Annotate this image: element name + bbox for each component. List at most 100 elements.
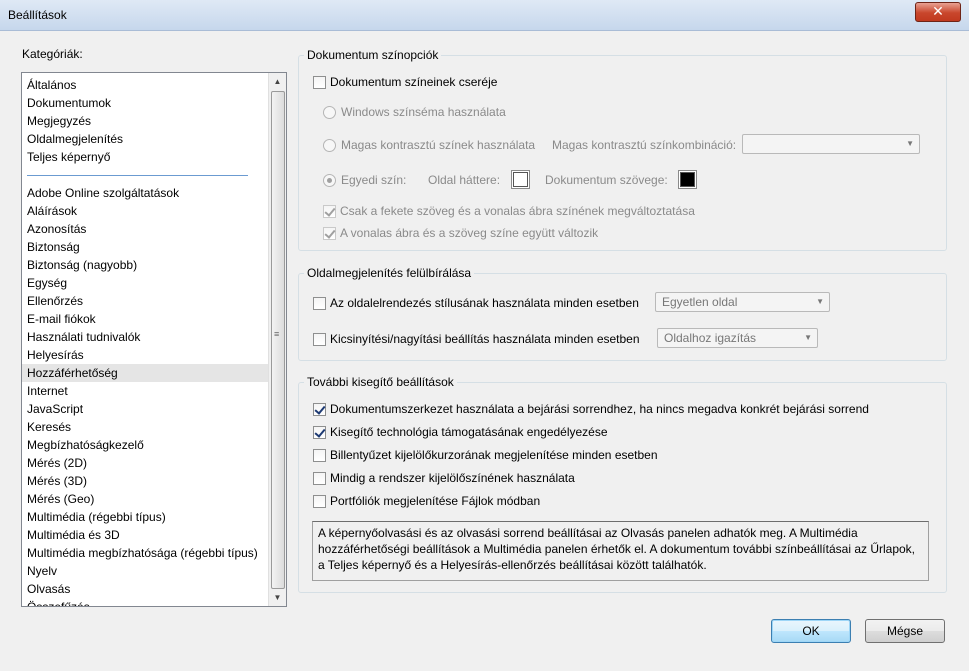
assistive-checkbox[interactable]: [313, 425, 326, 439]
assistive-option-label: Kisegítő technológia támogatásának enged…: [330, 425, 608, 439]
scroll-up-arrow-icon[interactable]: ▲: [269, 73, 286, 90]
assistive-option[interactable]: Dokumentumszerkezet használata a bejárás…: [313, 402, 869, 416]
cancel-button[interactable]: Mégse: [865, 619, 945, 643]
categories-list[interactable]: Általános Dokumentumok Megjegyzés Oldalmegj…: [21, 72, 287, 607]
category-item[interactable]: Aláírások: [22, 202, 268, 220]
zoom-checkbox[interactable]: [313, 332, 326, 346]
assistive-option-label: Billentyűzet kijelölőkurzorának megjelen…: [330, 448, 658, 462]
assistive-option[interactable]: Kisegítő technológia támogatásának enged…: [313, 425, 608, 439]
close-icon: ✕: [932, 3, 944, 19]
page-override-group: [298, 273, 947, 361]
page-bg-swatch: [513, 172, 528, 187]
category-item[interactable]: Multimédia (régebbi típus): [22, 508, 268, 526]
zoom-combo[interactable]: Oldalhoz igazítás ▼: [657, 328, 818, 348]
close-button[interactable]: ✕: [915, 2, 961, 22]
page-bg-label: Oldal háttere:: [428, 173, 501, 187]
doc-text-color-button[interactable]: [678, 170, 697, 189]
assistive-checkbox[interactable]: [313, 448, 326, 462]
assistive-option-label: Portfóliók megjelenítése Fájlok módban: [330, 494, 541, 508]
category-item[interactable]: Multimédia megbízhatósága (régebbi típus…: [22, 544, 268, 562]
category-item[interactable]: Biztonság: [22, 238, 268, 256]
zoom-label: Kicsinyítési/nagyítási beállítás használ…: [330, 332, 640, 346]
ok-button[interactable]: OK: [771, 619, 851, 643]
category-item[interactable]: Mérés (3D): [22, 472, 268, 490]
category-item[interactable]: Ellenőrzés: [22, 292, 268, 310]
category-item[interactable]: JavaScript: [22, 400, 268, 418]
category-item[interactable]: Megjegyzés: [22, 112, 268, 130]
category-item[interactable]: Multimédia és 3D: [22, 526, 268, 544]
category-item[interactable]: Biztonság (nagyobb): [22, 256, 268, 274]
category-item[interactable]: Olvasás: [22, 580, 268, 598]
scroll-grip-icon: ≡: [274, 329, 280, 339]
page-override-title: Oldalmegjelenítés felülbírálása: [304, 266, 475, 280]
preferences-dialog: Beállítások ✕ Kategóriák: Általános Dokum…: [0, 0, 969, 671]
high-contrast-option[interactable]: Magas kontrasztú színek használata: [323, 138, 535, 152]
assistive-option-label: Mindig a rendszer kijelölőszínének haszn…: [330, 471, 575, 485]
windows-scheme-option[interactable]: Windows színséma használata: [323, 105, 506, 119]
category-item[interactable]: Egység: [22, 274, 268, 292]
replace-colors-checkbox[interactable]: [313, 75, 326, 89]
category-item[interactable]: Azonosítás: [22, 220, 268, 238]
scroll-down-arrow-icon[interactable]: ▼: [269, 589, 286, 606]
assistive-option[interactable]: Mindig a rendszer kijelölőszínének haszn…: [313, 471, 575, 485]
black-text-only-checkbox[interactable]: [323, 204, 336, 218]
doc-text-label: Dokumentum szövege:: [545, 173, 668, 187]
assistive-checkbox[interactable]: [313, 471, 326, 485]
replace-colors-option[interactable]: Dokumentum színeinek cseréje: [313, 75, 497, 89]
zoom-combo-value: Oldalhoz igazítás: [664, 331, 757, 345]
chevron-down-icon: ▼: [816, 297, 824, 306]
windows-scheme-radio[interactable]: [323, 105, 336, 119]
layout-label: Az oldalelrendezés stílusának használata…: [330, 296, 639, 310]
category-item[interactable]: Adobe Online szolgáltatások: [22, 184, 268, 202]
category-item[interactable]: Megbízhatóságkezelő: [22, 436, 268, 454]
layout-option[interactable]: Az oldalelrendezés stílusának használata…: [313, 296, 639, 310]
high-contrast-label: Magas kontrasztú színek használata: [341, 138, 536, 152]
chevron-down-icon: ▼: [804, 333, 812, 342]
category-item[interactable]: Teljes képernyő: [22, 148, 268, 166]
high-contrast-combo[interactable]: ▼: [742, 134, 920, 154]
assistive-option-label: Dokumentumszerkezet használata a bejárás…: [330, 402, 869, 416]
black-text-only-label: Csak a fekete szöveg és a vonalas ábra s…: [340, 204, 695, 218]
layout-combo[interactable]: Egyetlen oldal ▼: [655, 292, 830, 312]
replace-colors-label: Dokumentum színeinek cseréje: [330, 75, 498, 89]
layout-checkbox[interactable]: [313, 296, 326, 310]
category-item[interactable]: Összefűzés: [22, 598, 268, 606]
assistive-checkbox[interactable]: [313, 494, 326, 508]
assistive-checkbox[interactable]: [313, 402, 326, 416]
custom-color-radio[interactable]: [323, 173, 336, 187]
category-item[interactable]: Keresés: [22, 418, 268, 436]
category-item[interactable]: Használati tudnivalók: [22, 328, 268, 346]
category-item[interactable]: Mérés (2D): [22, 454, 268, 472]
doc-colors-title: Dokumentum színopciók: [304, 48, 442, 62]
custom-color-option[interactable]: Egyedi szín:: [323, 173, 406, 187]
high-contrast-combo-label: Magas kontrasztú színkombináció:: [552, 138, 737, 152]
categories-scrollbar[interactable]: ▲ ≡ ▼: [268, 73, 286, 606]
category-item[interactable]: E-mail fiókok: [22, 310, 268, 328]
scroll-thumb[interactable]: ≡: [271, 91, 285, 589]
info-text: A képernyőolvasási és az olvasási sorren…: [318, 526, 916, 572]
black-text-only-option[interactable]: Csak a fekete szöveg és a vonalas ábra s…: [323, 204, 695, 218]
category-item[interactable]: Dokumentumok: [22, 94, 268, 112]
high-contrast-radio[interactable]: [323, 138, 336, 152]
chevron-down-icon: ▼: [906, 139, 914, 148]
categories-label: Kategóriák:: [22, 47, 83, 61]
category-separator: [27, 175, 248, 176]
page-bg-color-button[interactable]: [511, 170, 530, 189]
line-art-together-checkbox[interactable]: [323, 226, 336, 240]
line-art-together-label: A vonalas ábra és a szöveg színe együtt …: [340, 226, 599, 240]
assistive-title: További kisegítő beállítások: [304, 375, 457, 389]
category-item[interactable]: Nyelv: [22, 562, 268, 580]
assistive-option[interactable]: Billentyűzet kijelölőkurzorának megjelen…: [313, 448, 658, 462]
zoom-option[interactable]: Kicsinyítési/nagyítási beállítás használ…: [313, 332, 640, 346]
title-bar: Beállítások ✕: [0, 0, 969, 31]
category-item[interactable]: Hozzáférhetőség: [22, 364, 268, 382]
category-item[interactable]: Általános: [22, 76, 268, 94]
category-item[interactable]: Internet: [22, 382, 268, 400]
line-art-together-option[interactable]: A vonalas ábra és a szöveg színe együtt …: [323, 226, 598, 240]
layout-combo-value: Egyetlen oldal: [662, 295, 738, 309]
assistive-option[interactable]: Portfóliók megjelenítése Fájlok módban: [313, 494, 540, 508]
doc-text-swatch: [680, 172, 695, 187]
category-item[interactable]: Oldalmegjelenítés: [22, 130, 268, 148]
category-item[interactable]: Helyesírás: [22, 346, 268, 364]
category-item[interactable]: Mérés (Geo): [22, 490, 268, 508]
